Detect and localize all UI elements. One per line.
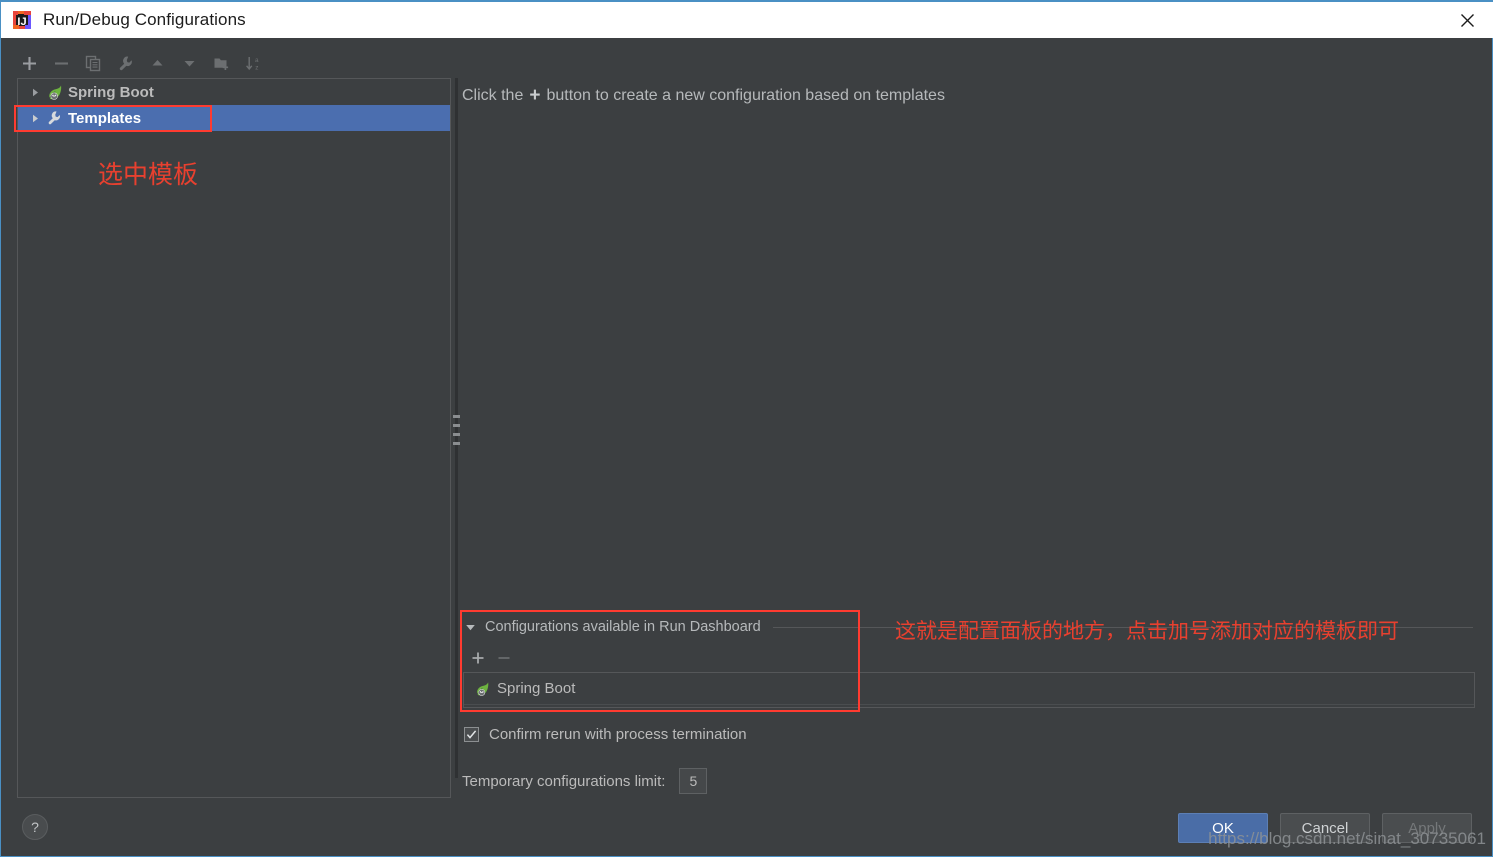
tree-item-spring-boot[interactable]: Spring Boot <box>18 79 450 105</box>
plus-icon: + <box>529 85 541 106</box>
tree-item-label: Templates <box>68 109 142 127</box>
close-icon[interactable] <box>1440 2 1493 38</box>
temp-configurations-limit-row: Temporary configurations limit: 5 <box>462 768 708 794</box>
empty-state-hint: Click the + button to create a new confi… <box>462 86 945 105</box>
configurations-toolbar: a z <box>13 46 453 80</box>
remove-configuration-button[interactable] <box>45 48 77 78</box>
wrench-icon <box>44 109 64 127</box>
confirm-rerun-checkbox[interactable] <box>464 727 479 742</box>
tree-item-templates[interactable]: Templates <box>18 105 450 131</box>
svg-text:a: a <box>255 57 259 64</box>
run-debug-configurations-dialog: IJ Run/Debug Configurations a z Spring B… <box>0 0 1493 857</box>
folder-add-icon[interactable] <box>205 48 237 78</box>
intellij-idea-icon: IJ <box>12 10 32 30</box>
watermark-text: https://blog.csdn.net/sinat_30735061 <box>1208 829 1486 848</box>
configurations-tree[interactable]: Spring Boot Templates <box>17 78 451 798</box>
run-dashboard-mini-toolbar <box>465 646 545 670</box>
temp-configurations-limit-label: Temporary configurations limit: <box>462 772 666 790</box>
svg-text:z: z <box>255 64 258 71</box>
confirm-rerun-label: Confirm rerun with process termination <box>489 726 747 743</box>
annotation-text-dashboard: 这就是配置面板的地方，点击加号添加对应的模板即可 <box>895 619 1399 643</box>
list-item[interactable]: Spring Boot <box>464 673 1474 705</box>
hint-suffix: button to create a new configuration bas… <box>546 86 945 104</box>
run-dashboard-section-title: Configurations available in Run Dashboar… <box>485 619 761 635</box>
run-dashboard-list[interactable]: Spring Boot <box>463 672 1475 708</box>
list-item-label: Spring Boot <box>497 680 576 697</box>
temp-configurations-limit-input[interactable]: 5 <box>679 768 708 794</box>
dashboard-remove-button[interactable] <box>491 647 517 669</box>
arrow-down-icon[interactable] <box>173 48 205 78</box>
triangle-down-icon[interactable] <box>463 620 477 634</box>
grip-dot <box>453 442 460 445</box>
title-bar: IJ Run/Debug Configurations <box>1 0 1493 38</box>
chevron-right-icon[interactable] <box>26 83 44 101</box>
sort-az-icon[interactable]: a z <box>237 48 269 78</box>
annotation-text-templates: 选中模板 <box>98 160 199 189</box>
window-title: Run/Debug Configurations <box>43 10 246 29</box>
copy-configuration-button[interactable] <box>77 48 109 78</box>
splitter-grip[interactable] <box>452 413 461 447</box>
grip-dot <box>453 415 460 418</box>
spring-boot-icon <box>44 83 64 101</box>
confirm-rerun-option[interactable]: Confirm rerun with process termination <box>464 726 747 743</box>
help-button[interactable]: ? <box>22 814 48 840</box>
tree-item-label: Spring Boot <box>68 83 154 101</box>
panel-splitter[interactable] <box>452 78 461 778</box>
wrench-icon[interactable] <box>109 48 141 78</box>
grip-dot <box>453 424 460 427</box>
dashboard-add-button[interactable] <box>465 647 491 669</box>
spring-boot-icon <box>474 681 490 697</box>
hint-prefix: Click the <box>462 86 524 104</box>
add-configuration-button[interactable] <box>13 48 45 78</box>
chevron-right-icon[interactable] <box>26 109 44 127</box>
svg-text:IJ: IJ <box>17 16 26 28</box>
arrow-up-icon[interactable] <box>141 48 173 78</box>
grip-dot <box>453 433 460 436</box>
